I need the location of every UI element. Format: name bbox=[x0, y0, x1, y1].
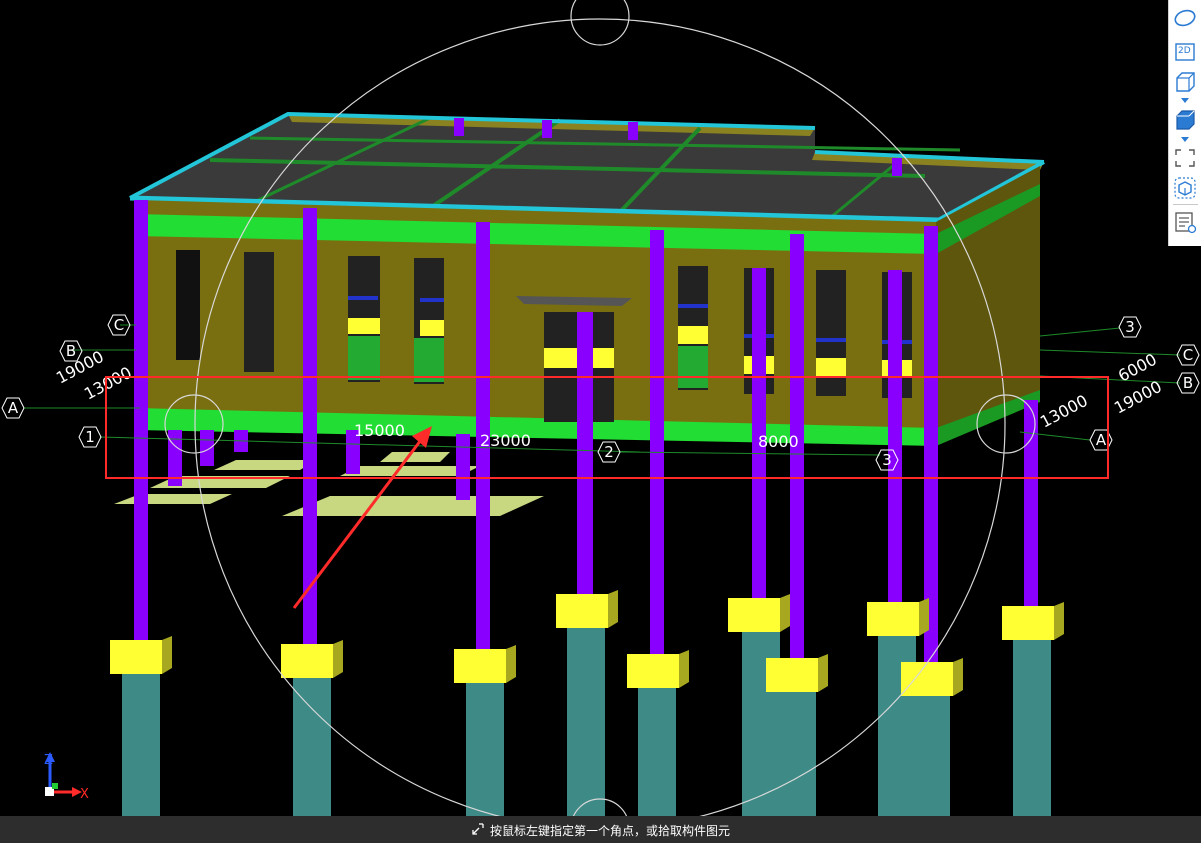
axis-z-label: Z bbox=[44, 753, 53, 768]
toolbar-separator bbox=[1173, 204, 1198, 205]
component-display-icon[interactable] bbox=[1172, 176, 1198, 200]
solid-view-dropdown-arrow-icon[interactable] bbox=[1181, 137, 1189, 142]
2d-view-label: 2D bbox=[1178, 46, 1191, 56]
axis-label-left-a: A bbox=[8, 399, 19, 417]
axis-label-right-3: 3 bbox=[1125, 318, 1135, 336]
3d-view-icon[interactable] bbox=[1172, 70, 1198, 94]
axis-label-right-c: C bbox=[1183, 346, 1193, 364]
full-screen-icon[interactable] bbox=[1172, 146, 1198, 170]
axis-label-left-c: C bbox=[114, 316, 124, 334]
axis-label-right-b: B bbox=[1183, 374, 1193, 392]
property-display-icon[interactable] bbox=[1172, 210, 1198, 234]
3d-viewport[interactable]: C B A 1 2 3 3 C B A 15000 23000 8000 190… bbox=[0, 0, 1201, 843]
2d-view-icon[interactable]: 2D bbox=[1172, 40, 1198, 64]
3d-view-dropdown-arrow-icon[interactable] bbox=[1181, 98, 1189, 103]
axis-label-left-b: B bbox=[66, 342, 76, 360]
piles bbox=[122, 621, 1051, 818]
axis-label-front-2: 2 bbox=[604, 443, 614, 461]
dimension-label-right-19000: 19000 bbox=[1111, 377, 1165, 418]
dimension-label-right-13000: 13000 bbox=[1037, 391, 1091, 432]
axis-label-right-a: A bbox=[1096, 431, 1107, 449]
axis-x-label: X bbox=[80, 787, 89, 802]
3d-solid-view-icon[interactable] bbox=[1172, 108, 1198, 132]
status-prompt-text: 按鼠标左键指定第一个角点，或拾取构件图元 bbox=[490, 824, 731, 838]
pick-corner-icon bbox=[470, 821, 486, 837]
dynamic-observe-icon[interactable] bbox=[1172, 6, 1198, 30]
axis-label-front-1: 1 bbox=[85, 428, 95, 446]
view-toolbar: 2D bbox=[1168, 0, 1201, 246]
coordinate-axes-gizmo: Z X bbox=[44, 752, 89, 802]
axis-label-front-3: 3 bbox=[882, 451, 892, 469]
status-bar: 按鼠标左键指定第一个角点，或拾取构件图元 bbox=[0, 816, 1201, 843]
dimension-label-23000: 23000 bbox=[480, 431, 531, 450]
dimension-label-15000: 15000 bbox=[354, 421, 405, 440]
dimension-label-8000: 8000 bbox=[758, 432, 799, 451]
